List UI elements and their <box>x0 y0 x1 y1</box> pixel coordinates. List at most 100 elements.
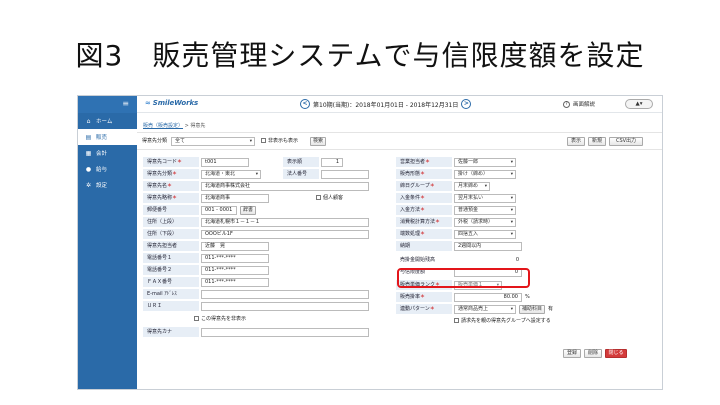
name-input[interactable]: 北海道商事株式会社 <box>201 182 369 191</box>
name-label: 得意先名＊ <box>143 181 199 192</box>
header: ≈ SmileWorks < 第10期(当期)：2018年01月01日 - 201… <box>137 96 662 113</box>
tax-method-label: 消費税計算方法＊ <box>396 217 452 228</box>
category-select[interactable]: 北海道・東北 ▾ <box>201 170 261 179</box>
postal-input[interactable]: 001 - 0001 <box>201 206 237 215</box>
sales-type-label: 販売形態＊ <box>396 169 452 180</box>
email-input[interactable] <box>201 290 369 299</box>
rounding-label: 端数処理＊ <box>396 229 452 240</box>
short-name-label: 得意先略称＊ <box>143 193 199 204</box>
individual-label: 個人顧客 <box>323 195 344 201</box>
contact-label: 得意先担当者 <box>143 241 199 252</box>
phone1-input[interactable]: 011-***-**** <box>201 254 269 263</box>
credit-limit-highlight <box>397 268 530 288</box>
gear-icon: ✲ <box>85 181 92 189</box>
prev-period-button[interactable]: < <box>300 99 310 109</box>
help-link[interactable]: ? 画面解説 <box>563 100 595 108</box>
link-pattern-select[interactable]: 通常商品売上 ▾ <box>454 305 516 314</box>
sidebar-item-payroll[interactable]: ● 給与 <box>78 161 137 177</box>
postal-label: 郵便番号 <box>143 205 199 216</box>
staff-value: 佐藤一郎 <box>458 159 479 165</box>
payment-terms-label: 入金条件＊ <box>396 193 452 204</box>
logo-swoosh-icon: ≈ <box>145 99 151 107</box>
checkbox-box[interactable] <box>261 138 266 143</box>
code-input[interactable]: t001 <box>201 158 249 167</box>
sidebar-item-label: 会計 <box>96 151 108 157</box>
contact-input[interactable]: 近藤 晃 <box>201 242 269 251</box>
display-button[interactable]: 表示 <box>567 137 585 146</box>
logo[interactable]: ≈ SmileWorks <box>145 99 198 107</box>
kana-input[interactable] <box>201 328 369 337</box>
checkbox-box[interactable] <box>194 316 199 321</box>
payment-method-select[interactable]: 普通預金 ▾ <box>454 206 516 215</box>
sales-type-value: 掛け（締め） <box>458 171 489 177</box>
new-button[interactable]: 新規 <box>588 137 606 146</box>
url-label: ＵＲＩ <box>143 301 199 312</box>
sub-account-button[interactable]: 補助科目 <box>519 305 545 314</box>
chevron-down-icon: ▾ <box>510 196 513 201</box>
address1-input[interactable]: 北海道札幌市１－１－１ <box>201 218 369 227</box>
payment-method-label: 入金方法＊ <box>396 205 452 216</box>
show-hidden-checkbox[interactable]: 非表示も表示 <box>261 137 298 146</box>
search-button[interactable]: 検索 <box>310 137 326 146</box>
category-filter-select[interactable]: 全て ▾ <box>171 137 255 146</box>
csv-export-button[interactable]: CSV出力 <box>609 137 643 146</box>
checkbox-box[interactable] <box>454 318 459 323</box>
payment-terms-select[interactable]: 翌月末払い ▾ <box>454 194 516 203</box>
address2-label: 住所（下段） <box>143 229 199 240</box>
address2-input[interactable]: OOOビル1F <box>201 230 369 239</box>
chevron-down-icon: ▾ <box>510 208 513 213</box>
closing-group-select[interactable]: 月末締め ▾ <box>454 182 490 191</box>
opening-balance-value: 0 <box>515 257 519 263</box>
home-icon: ⌂ <box>86 117 91 125</box>
closing-group-value: 月末締め <box>458 183 479 189</box>
show-hidden-label: 非表示も表示 <box>268 138 299 144</box>
breadcrumb-link[interactable]: 販売（販売設定） <box>143 123 183 129</box>
sidebar-item-settings[interactable]: ✲ 設定 <box>78 177 137 193</box>
delete-button[interactable]: 削除 <box>584 349 602 358</box>
payment-method-value: 普通預金 <box>458 207 479 213</box>
user-menu-button[interactable]: ▲▾ <box>625 99 653 109</box>
short-name-input[interactable]: 北海道商事 <box>201 194 269 203</box>
display-order-label: 表示順 <box>283 157 319 168</box>
payment-terms-value: 翌月末払い <box>458 195 484 201</box>
fax-input[interactable]: 011-***-**** <box>201 278 269 287</box>
logo-text: SmileWorks <box>152 99 199 107</box>
hide-customer-checkbox[interactable]: この得意先を非表示 <box>194 315 246 324</box>
rounding-value: 四捨五入 <box>458 231 479 237</box>
corp-no-input[interactable] <box>321 170 369 179</box>
money-bag-icon: ● <box>85 165 92 173</box>
sidebar-item-home[interactable]: ⌂ ホーム <box>78 113 137 129</box>
display-order-input[interactable]: 1 <box>321 158 343 167</box>
chevron-down-icon: ▾ <box>484 184 487 189</box>
phone2-input[interactable]: 011-***-**** <box>201 266 269 275</box>
chevron-down-icon: ▾ <box>510 220 513 225</box>
checkbox-box[interactable] <box>316 195 321 200</box>
billing-group-checkbox[interactable]: 請求先を親の得意先グループへ設定する <box>454 317 551 326</box>
breadcrumb-current: 得意先 <box>190 123 206 129</box>
next-period-button[interactable]: > <box>461 99 472 109</box>
sales-rate-input[interactable]: 80.00 <box>454 293 522 302</box>
sidebar-item-label: ホーム <box>96 119 113 125</box>
closing-group-label: 締日グループ＊ <box>396 181 452 192</box>
tax-method-value: 外税（請求時） <box>458 219 494 225</box>
delivery-terms-input[interactable]: 2週間以内 <box>454 242 522 251</box>
rounding-select[interactable]: 四捨五入 ▾ <box>454 230 516 239</box>
help-icon: ? <box>563 100 570 108</box>
individual-checkbox[interactable]: 個人顧客 <box>316 194 343 203</box>
staff-select[interactable]: 佐藤一郎 ▾ <box>454 158 516 167</box>
close-button[interactable]: 閉じる <box>605 349 627 358</box>
register-button[interactable]: 登録 <box>563 349 581 358</box>
address1-label: 住所（上段） <box>143 217 199 228</box>
delivery-terms-label: 納期 <box>396 241 452 252</box>
tax-method-select[interactable]: 外税（請求時） ▾ <box>454 218 516 227</box>
url-input[interactable] <box>201 302 369 311</box>
email-label: E-mail ｱﾄﾞﾚｽ <box>143 289 199 300</box>
dictionary-button[interactable]: 辞書 <box>240 206 256 215</box>
sales-type-select[interactable]: 掛け（締め） ▾ <box>454 170 516 179</box>
category-filter-label: 得意先分類 <box>142 138 168 144</box>
hamburger-icon[interactable]: ≡ <box>122 100 129 108</box>
hide-customer-label: この得意先を非表示 <box>201 316 247 322</box>
sidebar-item-label: 給与 <box>96 167 108 173</box>
sidebar-item-accounting[interactable]: ▦ 会計 <box>78 145 137 161</box>
sidebar-item-sales[interactable]: ▤ 販売 <box>78 129 137 145</box>
